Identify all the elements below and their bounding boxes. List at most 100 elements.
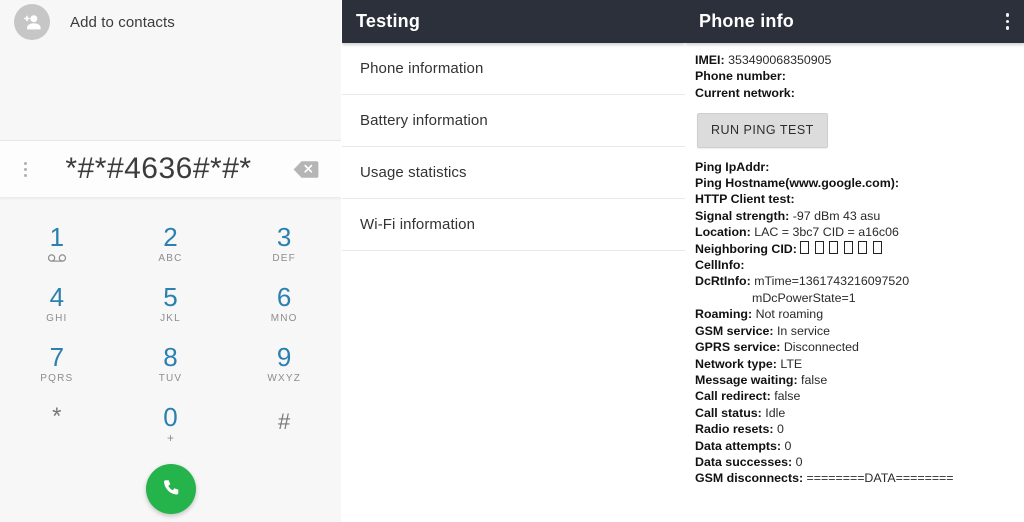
screenshot-root: Add to contacts *#*#4636#*#* 1 2 ABC 3 D… — [0, 0, 1024, 522]
overflow-menu-icon[interactable] — [1004, 9, 1012, 34]
info-label: Call redirect: — [695, 389, 771, 404]
phone-info-title: Phone info — [699, 11, 794, 31]
dialer-empty-area — [0, 44, 341, 140]
info-row-location: Location: LAC = 3bc7 CID = a16c06 — [695, 224, 1024, 240]
menu-item-usage-statistics[interactable]: Usage statistics — [342, 147, 685, 199]
info-value: false — [801, 372, 828, 387]
info-row-ping-hostname: Ping Hostname(www.google.com): — [695, 175, 1024, 191]
missing-glyph-box — [829, 240, 839, 254]
phone-call-icon — [163, 480, 178, 495]
info-label: Roaming: — [695, 307, 753, 322]
testing-menu-list: Phone information Battery information Us… — [342, 43, 685, 251]
info-row-phone-number: Phone number: — [695, 68, 1024, 84]
key-plus: + — [166, 431, 174, 445]
menu-item-battery-information[interactable]: Battery information — [342, 95, 685, 147]
info-value: false — [774, 389, 801, 404]
info-row-ping-ipaddr: Ping IpAddr: — [695, 159, 1024, 175]
info-row-roaming: Roaming: Not roaming — [695, 306, 1024, 322]
info-row-data-successes: Data successes: 0 — [695, 454, 1024, 470]
info-label: DcRtInfo: — [695, 274, 751, 289]
info-value: In service — [776, 323, 830, 338]
key-digit: 8 — [163, 342, 178, 372]
dialpad-key-1[interactable]: 1 — [0, 214, 114, 274]
dial-input-strip: *#*#4636#*#* — [0, 140, 341, 198]
info-value: mTime=1361743216097520 — [754, 274, 910, 289]
add-to-contacts-row[interactable]: Add to contacts — [0, 0, 341, 44]
info-label: Data successes: — [695, 454, 793, 469]
dialpad-key-0[interactable]: 0 + — [114, 394, 228, 454]
info-row-signal-strength: Signal strength: -97 dBm 43 asu — [695, 208, 1024, 224]
info-row-radio-resets: Radio resets: 0 — [695, 421, 1024, 437]
call-button-row — [0, 464, 341, 514]
key-letters: GHI — [46, 313, 68, 324]
phone-info-panel: Phone info IMEI: 353490068350905 Phone n… — [685, 0, 1024, 522]
info-row-data-attempts: Data attempts: 0 — [695, 438, 1024, 454]
dialpad-key-2[interactable]: 2 ABC — [114, 214, 228, 274]
testing-panel: Testing Phone information Battery inform… — [341, 0, 685, 522]
key-letters: DEF — [272, 253, 296, 264]
info-value: 0 — [795, 454, 803, 469]
dialpad-key-star[interactable]: * — [0, 394, 114, 454]
info-label: HTTP Client test: — [695, 192, 795, 207]
missing-glyph-box — [843, 240, 853, 254]
testing-appbar: Testing — [342, 0, 685, 43]
dialpad-key-5[interactable]: 5 JKL — [114, 274, 228, 334]
info-label: GPRS service: — [695, 340, 781, 355]
info-row-network-type: Network type: LTE — [695, 356, 1024, 372]
phone-info-body: IMEI: 353490068350905 Phone number: Curr… — [685, 43, 1024, 487]
key-letters: PQRS — [40, 373, 74, 384]
person-add-icon — [14, 4, 50, 40]
phone-info-appbar: Phone info — [685, 0, 1024, 43]
backspace-icon[interactable] — [283, 160, 341, 179]
missing-glyph-box — [872, 240, 882, 254]
info-label: Data attempts: — [695, 438, 782, 453]
key-digit: 9 — [276, 342, 292, 372]
info-label: Ping Hostname(www.google.com): — [695, 176, 899, 191]
dialpad-key-6[interactable]: 6 MNO — [227, 274, 341, 334]
key-digit: 4 — [49, 282, 65, 312]
info-value: Not roaming — [755, 307, 824, 322]
dialpad-key-9[interactable]: 9 WXYZ — [227, 334, 341, 394]
key-letters: JKL — [160, 313, 181, 324]
missing-glyph-box — [858, 240, 868, 254]
info-value: ========DATA======== — [806, 471, 954, 486]
dialpad-key-8[interactable]: 8 TUV — [114, 334, 228, 394]
dialpad-key-4[interactable]: 4 GHI — [0, 274, 114, 334]
key-letters: ABC — [158, 253, 183, 264]
info-row-call-status: Call status: Idle — [695, 405, 1024, 421]
info-label: Phone number: — [695, 69, 786, 84]
key-digit: 5 — [163, 282, 178, 312]
run-ping-test-button[interactable]: RUN PING TEST — [697, 113, 828, 148]
dialpad-key-7[interactable]: 7 PQRS — [0, 334, 114, 394]
info-value: 0 — [784, 438, 792, 453]
info-label: Current network: — [695, 85, 795, 100]
menu-item-wifi-information[interactable]: Wi-Fi information — [342, 199, 685, 251]
key-letters: TUV — [158, 373, 183, 384]
info-value: LAC = 3bc7 CID = a16c06 — [754, 225, 899, 240]
overflow-menu-icon[interactable] — [10, 161, 40, 177]
info-row-gsm-service: GSM service: In service — [695, 323, 1024, 339]
key-digit: 3 — [276, 222, 292, 252]
info-row-message-waiting: Message waiting: false — [695, 372, 1024, 388]
info-label: IMEI: — [695, 53, 725, 67]
dial-number-field[interactable]: *#*#4636#*#* — [40, 152, 283, 186]
info-value: 0 — [776, 422, 784, 437]
info-row-dcrtinfo: DcRtInfo: mTime=1361743216097520 — [695, 273, 1024, 289]
key-digit: 6 — [276, 282, 292, 312]
dialpad-key-3[interactable]: 3 DEF — [227, 214, 341, 274]
testing-title: Testing — [356, 11, 421, 31]
info-row-dcrtinfo-continuation: mDcPowerState=1 — [752, 290, 856, 305]
info-value-tofu — [800, 240, 883, 256]
menu-item-phone-information[interactable]: Phone information — [342, 43, 685, 95]
dialer-panel: Add to contacts *#*#4636#*#* 1 2 ABC 3 D… — [0, 0, 341, 522]
call-button[interactable] — [145, 464, 196, 514]
key-digit: 2 — [163, 222, 178, 252]
missing-glyph-box — [800, 240, 810, 254]
key-digit: 7 — [49, 342, 65, 372]
info-row-http-client-test: HTTP Client test: — [695, 191, 1024, 207]
info-label: Radio resets: — [695, 422, 774, 437]
dialpad-key-hash[interactable]: # — [227, 394, 341, 454]
info-label: Neighboring CID: — [695, 241, 797, 256]
key-letters: MNO — [270, 313, 298, 324]
key-digit: 1 — [49, 221, 65, 252]
